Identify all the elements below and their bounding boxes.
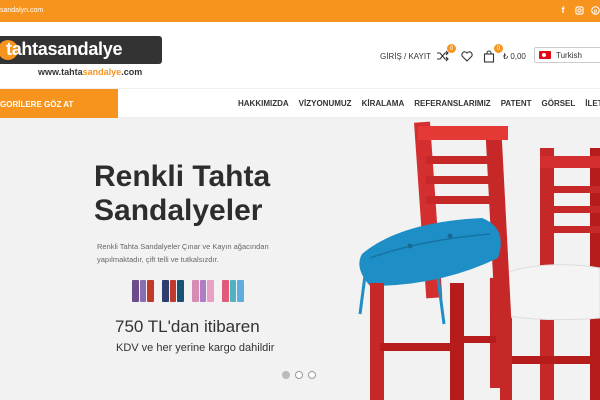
hero-title: Renkli Tahta Sandalyeler bbox=[94, 160, 314, 228]
language-selector[interactable]: Turkish bbox=[534, 47, 600, 63]
nav-item-gorsel[interactable]: GÖRSEL bbox=[542, 99, 576, 108]
language-label: Turkish bbox=[556, 50, 582, 60]
cart-count-badge: 0 bbox=[494, 44, 503, 53]
site-logo[interactable]: tahtasandalye www.tahtasandalye.com bbox=[0, 36, 164, 82]
shuffle-icon bbox=[436, 50, 449, 62]
chair-sample-purple bbox=[132, 278, 155, 302]
hero-price: 750 TL'dan itibaren bbox=[115, 317, 260, 336]
hero-shipping-note: KDV ve her yerine kargo dahildir bbox=[116, 342, 275, 354]
nav-item-iletisim[interactable]: İLETİŞİM B bbox=[585, 99, 600, 108]
logo-url-suffix: .com bbox=[121, 67, 143, 77]
compare-count-badge: 0 bbox=[447, 44, 456, 53]
nav-item-kiralama[interactable]: KİRALAMA bbox=[362, 99, 405, 108]
nav-menu: HAKKIMIZDA VİZYONUMUZ KİRALAMA REFERANSL… bbox=[238, 99, 600, 108]
wishlist-button[interactable] bbox=[459, 48, 475, 64]
login-register-link[interactable]: GİRİŞ / KAYIT bbox=[380, 52, 431, 61]
browse-categories-button[interactable]: GORİLERE GÖZ AT bbox=[0, 89, 118, 119]
chair-sample-pink bbox=[192, 278, 215, 302]
logo-badge: tahtasandalye bbox=[0, 36, 162, 64]
logo-url-prefix: www.tahta bbox=[38, 67, 83, 77]
facebook-icon[interactable]: f bbox=[558, 4, 568, 16]
heart-icon bbox=[461, 50, 473, 62]
logo-url-highlight: sandalye bbox=[82, 67, 122, 77]
hero-slider: Renkli Tahta Sandalyeler Renkli Tahta Sa… bbox=[0, 118, 600, 400]
shopping-bag-icon bbox=[483, 49, 495, 63]
chair-sample-navy bbox=[162, 278, 185, 302]
top-bar: sandalyn.com f p bbox=[0, 0, 600, 22]
slider-pagination bbox=[282, 371, 316, 379]
nav-item-referanslarimiz[interactable]: REFERANSLARIMIZ bbox=[414, 99, 490, 108]
pinterest-icon[interactable]: p bbox=[590, 4, 600, 16]
chair-color-samples bbox=[132, 278, 245, 302]
hero-title-line2: Sandalyeler bbox=[94, 194, 263, 227]
social-links: f p bbox=[558, 4, 600, 16]
topbar-email[interactable]: sandalyn.com bbox=[0, 7, 43, 14]
nav-item-vizyonumuz[interactable]: VİZYONUMUZ bbox=[299, 99, 352, 108]
cart-total[interactable]: ₺ 0,00 bbox=[503, 52, 526, 61]
compare-button[interactable]: 0 bbox=[434, 44, 456, 64]
slide-dot-1[interactable] bbox=[282, 371, 290, 379]
browse-categories-label: GORİLERE GÖZ AT bbox=[0, 99, 74, 109]
hero-title-line1: Renkli Tahta bbox=[94, 160, 271, 193]
red-chairs-image bbox=[358, 121, 600, 400]
turkey-flag-icon bbox=[539, 51, 551, 59]
slide-dot-2[interactable] bbox=[295, 371, 303, 379]
instagram-icon[interactable] bbox=[574, 4, 584, 16]
slide-dot-3[interactable] bbox=[308, 371, 316, 379]
chair-sample-teal bbox=[222, 278, 245, 302]
nav-item-hakkimizda[interactable]: HAKKIMIZDA bbox=[238, 99, 289, 108]
logo-url: www.tahtasandalye.com bbox=[38, 67, 142, 77]
hero-description: Renkli Tahta Sandalyeler Çınar ve Kayın … bbox=[97, 242, 269, 264]
cart-button[interactable]: 0 bbox=[481, 44, 503, 64]
nav-item-patent[interactable]: PATENT bbox=[501, 99, 532, 108]
front-chair bbox=[358, 121, 512, 400]
page: sandalyn.com f p tahtasandalye www.tahta… bbox=[0, 0, 600, 400]
header: tahtasandalye www.tahtasandalye.com GİRİ… bbox=[0, 22, 600, 88]
main-nav: GORİLERE GÖZ AT HAKKIMIZDA VİZYONUMUZ Kİ… bbox=[0, 88, 600, 119]
logo-text: tahtasandalye bbox=[6, 39, 123, 59]
